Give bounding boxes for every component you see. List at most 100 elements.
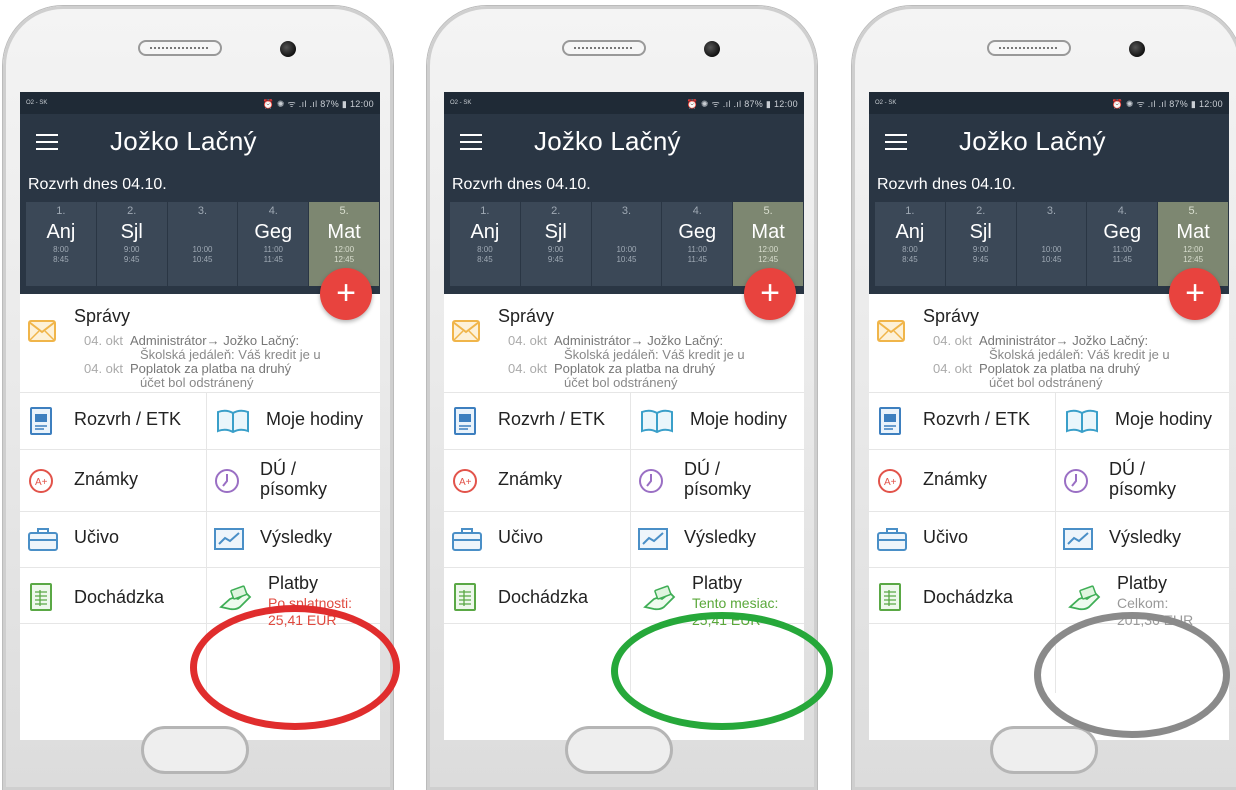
lesson-strip: 1. Anj 8:00 8:45 2. Sjl 9:00 9:45 3. 10:00 10:45 4.… xyxy=(875,202,1229,286)
lesson-number: 5. xyxy=(339,205,349,217)
menu-tile-znamky[interactable]: A+ Známky xyxy=(20,453,206,509)
lesson-start-time: 10:00 xyxy=(616,245,637,254)
hamburger-menu-icon[interactable] xyxy=(36,134,58,150)
grid-divider xyxy=(444,567,804,568)
hamburger-menu-icon[interactable] xyxy=(885,134,907,150)
menu-tile-rozvrh[interactable]: Rozvrh / ETK xyxy=(444,393,630,449)
menu-tile-dochadzka[interactable]: Dochádzka xyxy=(20,569,206,625)
lesson-cell[interactable]: 2. Sjl 9:00 9:45 xyxy=(96,202,167,286)
message-date: 04. okt xyxy=(84,361,124,376)
lesson-cell[interactable]: 3. 10:00 10:45 xyxy=(591,202,662,286)
payment-status-label: Celkom: xyxy=(1117,595,1169,611)
menu-tile-vysledky[interactable]: Výsledky xyxy=(1055,511,1229,567)
lesson-start-time: 8:00 xyxy=(53,245,69,254)
menu-tile-vysledky[interactable]: Výsledky xyxy=(206,511,380,567)
lesson-cell[interactable]: 3. 10:00 10:45 xyxy=(167,202,238,286)
grid-divider xyxy=(444,449,804,450)
menu-tile-moje-hodiny[interactable]: Moje hodiny xyxy=(206,393,380,449)
svg-text:A+: A+ xyxy=(35,477,48,488)
clock-icon xyxy=(215,469,239,493)
today-schedule[interactable]: Rozvrh dnes 04.10. 1. Anj 8:00 8:45 2. Sjl 9:0… xyxy=(869,168,1229,320)
menu-tile-vysledky[interactable]: Výsledky xyxy=(630,511,804,567)
lesson-cell[interactable]: 4. Geg 11:00 11:45 xyxy=(238,202,309,286)
message-preview: Školská jedáleň: Váš kredit je u xyxy=(140,347,321,362)
add-fab-button[interactable]: + xyxy=(1169,268,1221,320)
lesson-subject xyxy=(592,219,662,245)
menu-label: Platby xyxy=(268,573,319,593)
highlight-ellipse xyxy=(190,605,400,730)
briefcase-icon xyxy=(452,528,482,551)
lesson-cell[interactable]: 2. Sjl 9:00 9:45 xyxy=(520,202,591,286)
home-button[interactable] xyxy=(565,726,673,774)
menu-tile-ucivo[interactable]: Učivo xyxy=(444,511,630,567)
menu-label: Známky xyxy=(74,469,139,489)
grade-a-plus-icon: A+ xyxy=(29,469,53,493)
home-button[interactable] xyxy=(141,726,249,774)
lesson-subject: Anj xyxy=(470,221,500,243)
menu-label-line1: DÚ / xyxy=(684,459,720,479)
chart-icon xyxy=(1063,528,1093,550)
student-name-title: Jožko Lačný xyxy=(110,126,257,156)
menu-tile-moje-hodiny[interactable]: Moje hodiny xyxy=(1055,393,1229,449)
message-date: 04. okt xyxy=(933,333,973,348)
lesson-cell[interactable]: 1. Anj 8:00 8:45 xyxy=(26,202,96,286)
add-fab-button[interactable]: + xyxy=(320,268,372,320)
menu-tile-rozvrh[interactable]: Rozvrh / ETK xyxy=(869,393,1055,449)
lesson-start-time: 10:00 xyxy=(192,245,213,254)
payment-hand-icon xyxy=(219,585,252,611)
menu-label: Učivo xyxy=(74,527,120,547)
menu-tile-znamky[interactable]: A+ Známky xyxy=(869,453,1055,509)
hamburger-menu-icon[interactable] xyxy=(460,134,482,150)
lesson-number: 3. xyxy=(621,205,632,217)
lesson-cell[interactable]: 1. Anj 8:00 8:45 xyxy=(450,202,520,286)
lesson-cell[interactable]: 3. 10:00 10:45 xyxy=(1016,202,1087,286)
lesson-start-time: 11:00 xyxy=(687,245,707,254)
menu-tile-znamky[interactable]: A+ Známky xyxy=(444,453,630,509)
today-schedule[interactable]: Rozvrh dnes 04.10. 1. Anj 8:00 8:45 2. Sjl 9:0… xyxy=(20,168,380,320)
menu-tile-ucivo[interactable]: Učivo xyxy=(869,511,1055,567)
message-preview: Školská jedáleň: Váš kredit je u xyxy=(989,347,1170,362)
lesson-subject: Sjl xyxy=(969,221,992,243)
menu-tile-moje-hodiny[interactable]: Moje hodiny xyxy=(630,393,804,449)
menu-label: Rozvrh / ETK xyxy=(74,409,182,429)
menu-tile-dochadzka[interactable]: Dochádzka xyxy=(444,569,630,625)
lesson-start-time: 9:00 xyxy=(972,245,989,254)
message-item[interactable]: 04. okt Poplatok za platba na druhý účet … xyxy=(74,362,374,390)
lesson-number: 2. xyxy=(127,205,137,217)
message-item[interactable]: 04. okt Administrátor→ Jožko Lačný: Škols… xyxy=(74,334,374,362)
menu-tile-ucivo[interactable]: Učivo xyxy=(20,511,206,567)
menu-label: Moje hodiny xyxy=(690,409,788,429)
lesson-strip: 1. Anj 8:00 8:45 2. Sjl 9:00 9:45 3. 10:00 10:45 4.… xyxy=(26,202,380,286)
lesson-subject: Mat xyxy=(1176,221,1210,243)
messages-title: Správy xyxy=(498,306,555,326)
menu-tile-rozvrh[interactable]: Rozvrh / ETK xyxy=(20,393,206,449)
lesson-number: 4. xyxy=(1117,205,1127,217)
lesson-end-time: 11:45 xyxy=(263,255,283,264)
student-name-title: Jožko Lačný xyxy=(534,126,681,156)
menu-tile-dochadzka[interactable]: Dochádzka xyxy=(869,569,1055,625)
message-item[interactable]: 04. okt Poplatok za platba na druhý účet … xyxy=(498,362,798,390)
svg-text:A+: A+ xyxy=(884,477,897,488)
lesson-cell[interactable]: 1. Anj 8:00 8:45 xyxy=(875,202,945,286)
grid-divider xyxy=(20,567,380,568)
menu-tile-du-pisomky[interactable]: DÚ / písomky xyxy=(630,453,804,509)
lesson-cell[interactable]: 4. Geg 11:00 11:45 xyxy=(662,202,733,286)
home-button[interactable] xyxy=(990,726,1098,774)
menu-tile-du-pisomky[interactable]: DÚ / písomky xyxy=(206,453,380,509)
message-item[interactable]: 04. okt Administrátor→ Jožko Lačný: Škols… xyxy=(498,334,798,362)
lesson-number: 1. xyxy=(905,205,915,217)
lesson-start-time: 8:00 xyxy=(477,245,493,254)
lesson-cell[interactable]: 2. Sjl 9:00 9:45 xyxy=(945,202,1016,286)
add-fab-button[interactable]: + xyxy=(744,268,796,320)
schedule-doc-icon xyxy=(879,407,901,435)
lesson-cell[interactable]: 4. Geg 11:00 11:45 xyxy=(1087,202,1158,286)
menu-label: Moje hodiny xyxy=(1115,409,1213,429)
menu-label: Moje hodiny xyxy=(266,409,364,429)
carrier-label: O2 - SK xyxy=(450,99,472,106)
message-item[interactable]: 04. okt Poplatok za platba na druhý účet … xyxy=(923,362,1223,390)
today-schedule[interactable]: Rozvrh dnes 04.10. 1. Anj 8:00 8:45 2. Sjl 9:0… xyxy=(444,168,804,320)
schedule-title: Rozvrh dnes 04.10. xyxy=(877,176,1016,193)
message-item[interactable]: 04. okt Administrátor→ Jožko Lačný: Škols… xyxy=(923,334,1223,362)
open-book-icon xyxy=(217,409,249,434)
menu-tile-du-pisomky[interactable]: DÚ / písomky xyxy=(1055,453,1229,509)
